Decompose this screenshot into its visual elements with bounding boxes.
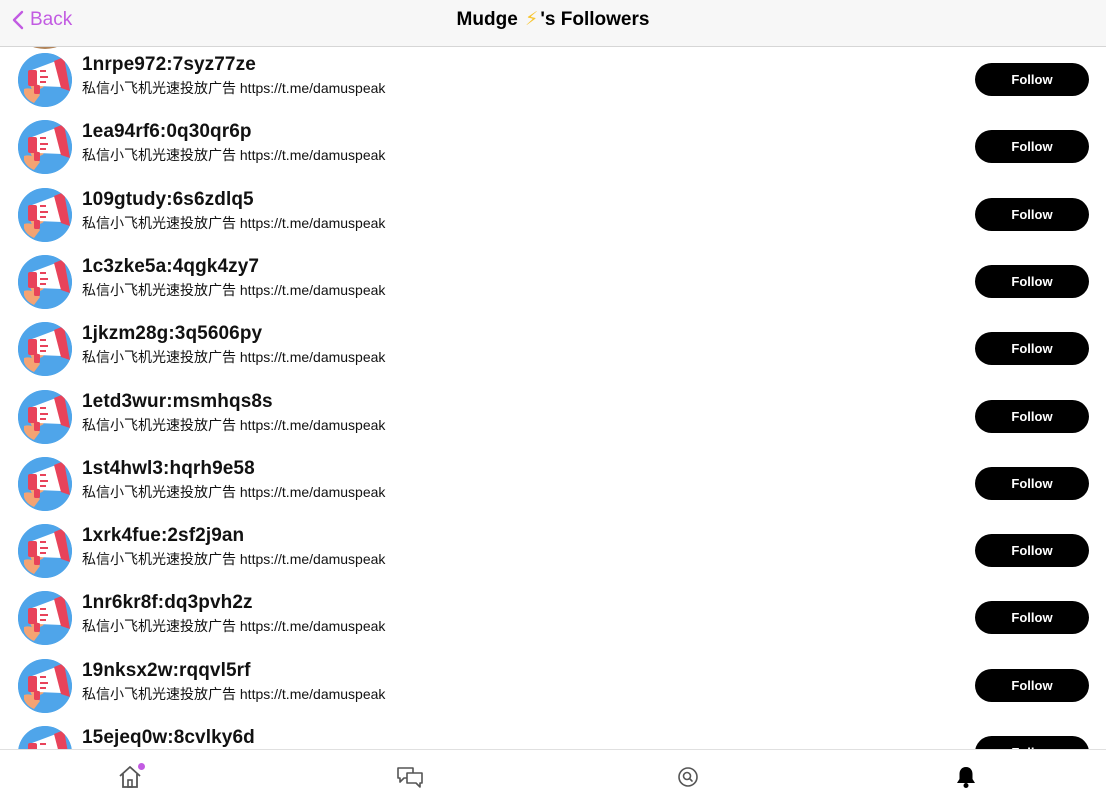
follower-bio: 私信小飞机光速投放广告 https://t.me/damuspeak [82,80,386,96]
megaphone-avatar-icon [18,254,72,309]
title-name: Mudge [456,9,518,30]
avatar[interactable] [18,53,72,107]
list-item[interactable]: 1ea94rf6:0q30qr6p 私信小飞机光速投放广告 https://t.m… [0,114,1106,181]
bell-icon [957,767,975,788]
follower-name[interactable]: 1ea94rf6:0q30qr6p [82,121,252,143]
tab-messages[interactable] [395,764,425,792]
follow-button[interactable]: Follow [975,332,1089,366]
tab-notifications[interactable] [953,764,983,792]
follower-bio: 私信小飞机光速投放广告 https://t.me/damuspeak [82,685,386,702]
search-icon [678,767,698,787]
list-item[interactable]: 1etd3wur:msmhqs8s 私信小飞机光速投放广告 https://t.m… [0,384,1106,451]
list-item[interactable]: 1nrpe972:7syz77ze 私信小飞机光速投放广告 https://t.m… [0,47,1106,114]
follow-button[interactable]: Follow [975,466,1089,500]
avatar[interactable] [18,187,72,242]
follower-name[interactable]: 1st4hwl3:hqrh9e58 [82,458,255,480]
megaphone-avatar-icon [18,456,72,511]
list-item[interactable]: 15ejeq0w:8cvlky6d Follow [0,720,1106,749]
follower-name[interactable]: 1nr6kr8f:dq3pvh2z [82,592,253,614]
megaphone-avatar-icon [18,658,72,713]
megaphone-avatar-icon [18,524,72,579]
follower-bio: 私信小飞机光速投放广告 https://t.me/damuspeak [82,281,386,298]
follower-name[interactable]: 1c3zke5a:4qgk4zy7 [82,256,259,278]
follow-button[interactable]: Follow [975,534,1089,568]
follower-name[interactable]: 1etd3wur:msmhqs8s [82,391,273,413]
tab-search[interactable] [675,764,705,792]
list-item[interactable]: 1c3zke5a:4qgk4zy7 私信小飞机光速投放广告 https://t.m… [0,249,1106,316]
tab-bar [0,749,1106,800]
follow-button[interactable]: Follow [975,130,1089,164]
follower-name[interactable]: 1xrk4fue:2sf2j9an [82,525,244,547]
megaphone-avatar-icon [18,389,72,444]
follower-bio: 私信小飞机光速投放广告 https://t.me/damuspeak [82,349,386,366]
nav-header: Back Mudge ⚡'s Followers [0,0,1106,47]
avatar[interactable] [18,658,72,713]
megaphone-avatar-icon [18,726,72,749]
page-title: Mudge ⚡'s Followers [0,8,1106,31]
list-item[interactable]: 1xrk4fue:2sf2j9an 私信小飞机光速投放广告 https://t.m… [0,518,1106,585]
app-window: Back Mudge ⚡'s Followers 1nrpe972:7syz77… [0,0,1106,800]
follow-button[interactable]: Follow [975,63,1089,96]
list-item[interactable]: 1nr6kr8f:dq3pvh2z 私信小飞机光速投放广告 https://t.m… [0,585,1106,652]
follower-name[interactable]: 109gtudy:6s6zdlq5 [82,189,254,211]
list-item[interactable]: 1st4hwl3:hqrh9e58 私信小飞机光速投放广告 https://t.m… [0,451,1106,518]
follower-bio: 私信小飞机光速投放广告 https://t.me/damuspeak [82,618,386,635]
follow-button[interactable]: Follow [975,197,1089,231]
lightning-emoji: ⚡ [525,9,539,30]
messages-icon [397,767,423,788]
list-item[interactable]: 1jkzm28g:3q5606py 私信小飞机光速投放广告 https://t.m… [0,316,1106,383]
avatar[interactable] [18,322,72,377]
megaphone-avatar-icon [18,120,72,175]
followers-list[interactable]: 1nrpe972:7syz77ze 私信小飞机光速投放广告 https://t.m… [0,47,1106,749]
avatar[interactable] [18,120,72,175]
avatar[interactable] [18,254,72,309]
follow-button[interactable]: Follow [975,399,1089,433]
avatar[interactable] [18,726,72,749]
follower-bio: 私信小飞机光速投放广告 https://t.me/damuspeak [82,551,386,568]
follow-button[interactable]: Follow [975,601,1089,635]
follower-name[interactable]: 19nksx2w:rqqvl5rf [82,660,251,682]
follow-button[interactable]: Follow [975,736,1089,749]
megaphone-avatar-icon [18,591,72,646]
avatar[interactable] [18,389,72,444]
list-item[interactable]: 109gtudy:6s6zdlq5 私信小飞机光速投放广告 https://t.m… [0,182,1106,249]
tab-home[interactable] [116,763,146,792]
megaphone-avatar-icon [18,187,72,242]
list-item[interactable]: 19nksx2w:rqqvl5rf 私信小飞机光速投放广告 https://t.m… [0,653,1106,720]
unread-dot [138,763,145,770]
megaphone-avatar-icon [18,53,72,107]
avatar[interactable] [18,456,72,511]
follower-bio: 私信小飞机光速投放广告 https://t.me/damuspeak [82,416,386,433]
follower-name[interactable]: 1jkzm28g:3q5606py [82,323,262,345]
follower-bio: 私信小飞机光速投放广告 https://t.me/damuspeak [82,483,386,500]
avatar[interactable] [18,524,72,579]
title-suffix: 's Followers [540,9,650,30]
follow-button[interactable]: Follow [975,668,1089,702]
follower-name[interactable]: 1nrpe972:7syz77ze [82,54,256,76]
follower-name[interactable]: 15ejeq0w:8cvlky6d [82,727,255,749]
megaphone-avatar-icon [18,322,72,377]
avatar[interactable] [18,591,72,646]
follower-bio: 私信小飞机光速投放广告 https://t.me/damuspeak [82,147,386,164]
follow-button[interactable]: Follow [975,264,1089,298]
follower-bio: 私信小飞机光速投放广告 https://t.me/damuspeak [82,214,386,231]
